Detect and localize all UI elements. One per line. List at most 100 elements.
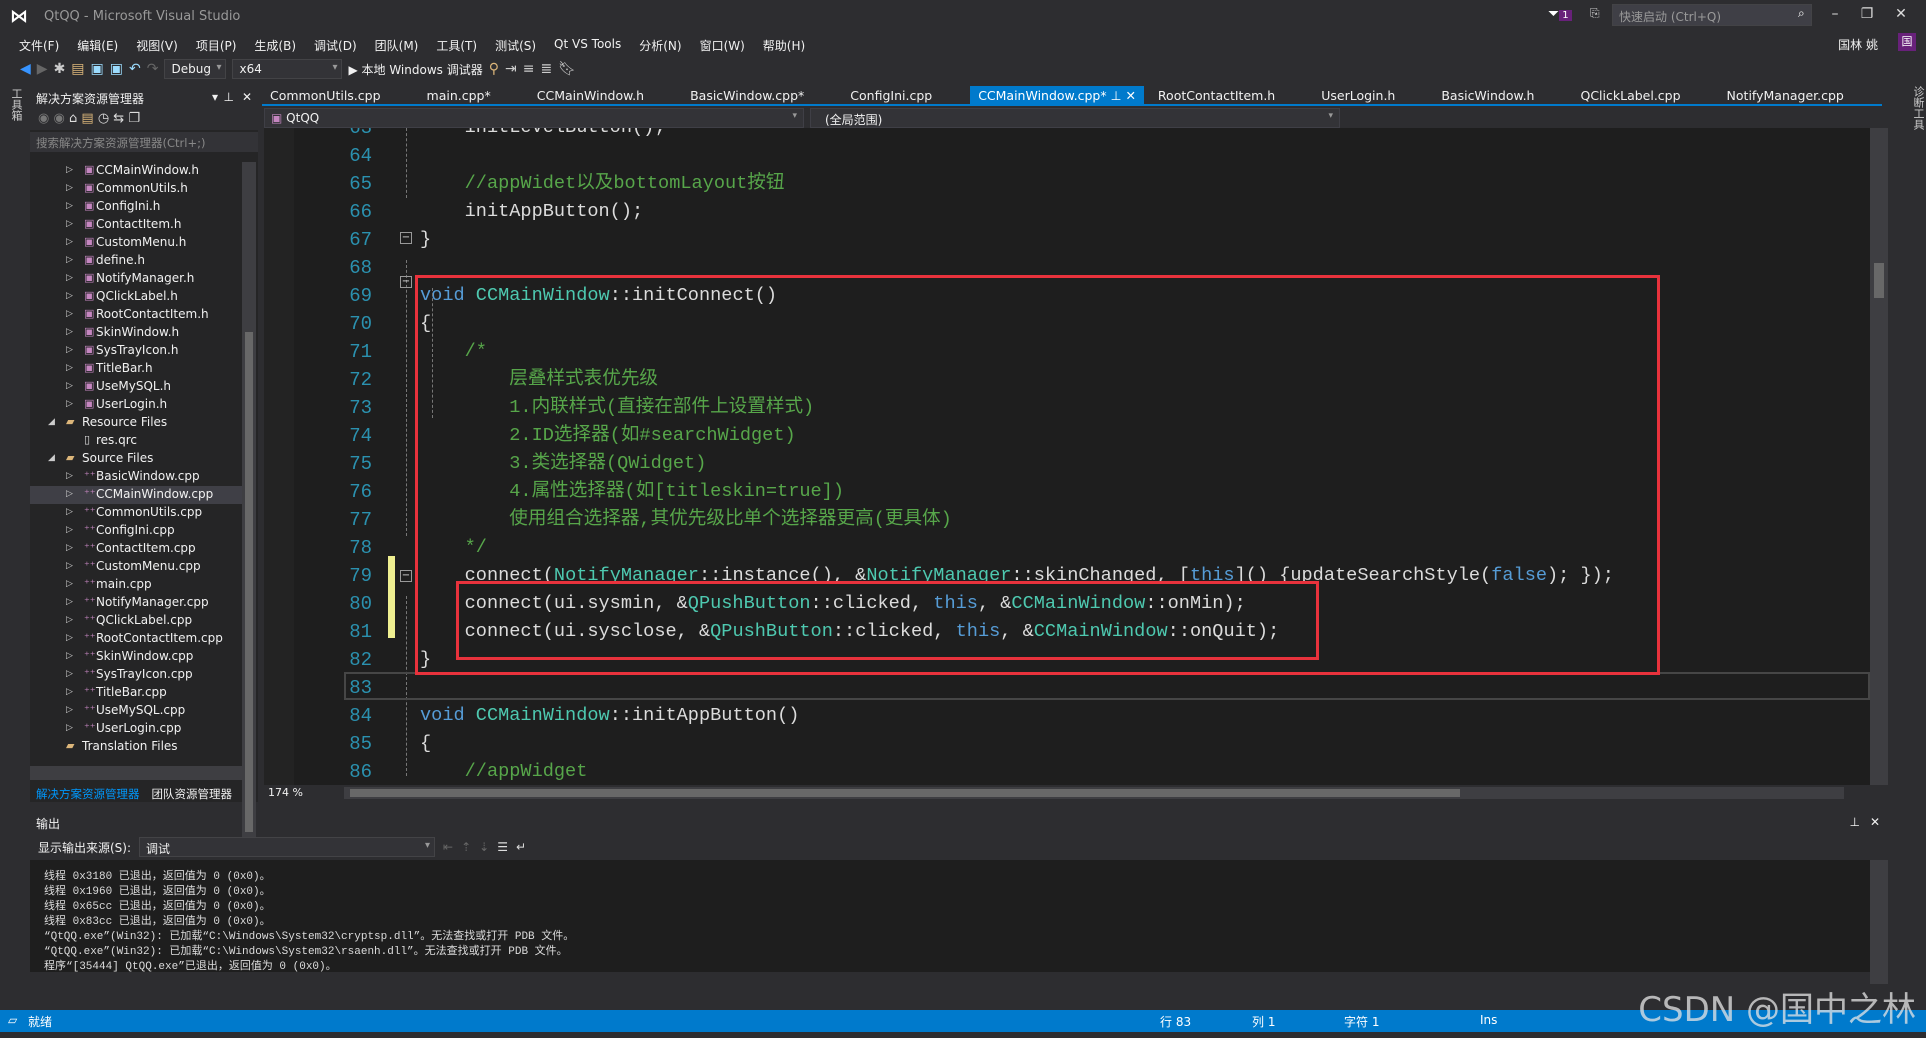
- collapsed-arrow-icon[interactable]: ▷: [66, 633, 73, 643]
- user-avatar[interactable]: 国: [1898, 33, 1916, 51]
- open-file-icon[interactable]: ▤: [71, 61, 84, 77]
- collapsed-arrow-icon[interactable]: ▷: [66, 291, 73, 301]
- notification-flag-icon[interactable]: ⏷ 1: [1548, 6, 1572, 22]
- bookmark-icon[interactable]: 🔖︎: [558, 61, 576, 77]
- back-icon[interactable]: ◀: [20, 61, 31, 77]
- collapsed-arrow-icon[interactable]: ▷: [66, 525, 73, 535]
- search-icon[interactable]: ⌕: [1798, 6, 1805, 21]
- close-tab-icon[interactable]: ✕: [1125, 88, 1135, 103]
- prev-message-icon[interactable]: ⇡: [461, 840, 471, 854]
- start-debugging-button[interactable]: ▶ 本地 Windows 调试器: [348, 61, 482, 78]
- menu-item[interactable]: 文件(F): [10, 34, 68, 56]
- clear-all-icon[interactable]: ☰: [497, 840, 508, 854]
- tree-item[interactable]: ▷ ⁺⁺ CCMainWindow.cpp: [30, 486, 242, 504]
- output-source-select[interactable]: 调试: [139, 837, 436, 857]
- output-text[interactable]: 线程 0x3180 已退出，返回值为 0 (0x0)。 线程 0x1960 已退出…: [30, 860, 1870, 972]
- tree-item[interactable]: ▷ ▣ CCMainWindow.h: [30, 162, 242, 180]
- tab-solution-explorer[interactable]: 解决方案资源管理器: [30, 784, 146, 802]
- tree-item[interactable]: ▷ ▣ define.h: [30, 252, 242, 270]
- tree-item[interactable]: ▷ ⁺⁺ QClickLabel.cpp: [30, 612, 242, 630]
- menu-item[interactable]: 分析(N): [630, 34, 690, 56]
- tree-item[interactable]: ▷ ⁺⁺ UseMySQL.cpp: [30, 702, 242, 720]
- switch-view-icon[interactable]: ▤: [81, 111, 93, 126]
- tree-item[interactable]: ▷ ⁺⁺ RootContactItem.cpp: [30, 630, 242, 648]
- menu-item[interactable]: 帮助(H): [754, 34, 814, 56]
- tree-item[interactable]: ▷ ▣ SkinWindow.h: [30, 324, 242, 342]
- forward-icon[interactable]: ◉: [53, 111, 64, 126]
- collapsed-arrow-icon[interactable]: ▷: [66, 309, 73, 319]
- document-tab[interactable]: QClickLabel.cpp: [1572, 86, 1688, 104]
- menu-item[interactable]: 测试(S): [486, 34, 545, 56]
- tree-item[interactable]: ▷ ▣ NotifyManager.h: [30, 270, 242, 288]
- editor-vertical-scrollbar[interactable]: [1870, 128, 1888, 785]
- collapsed-arrow-icon[interactable]: ▷: [66, 165, 73, 175]
- expanded-arrow-icon[interactable]: ◢: [48, 417, 55, 427]
- tree-item[interactable]: ▷ ⁺⁺ ConfigIni.cpp: [30, 522, 242, 540]
- scrollbar-thumb[interactable]: [350, 789, 1460, 797]
- collapsed-arrow-icon[interactable]: ▷: [66, 381, 73, 391]
- collapsed-arrow-icon[interactable]: ▷: [66, 579, 73, 589]
- code-line[interactable]: }: [420, 226, 431, 254]
- minimize-button[interactable]: –: [1820, 6, 1850, 22]
- tree-horizontal-scrollbar[interactable]: [30, 766, 242, 780]
- menu-item[interactable]: 项目(P): [187, 34, 246, 56]
- code-line[interactable]: initAppButton();: [420, 198, 644, 226]
- tree-item[interactable]: ▷ ⁺⁺ TitleBar.cpp: [30, 684, 242, 702]
- word-wrap-icon[interactable]: ↵: [516, 840, 526, 854]
- home-icon[interactable]: ⌂: [69, 111, 77, 126]
- tree-item[interactable]: ◢ ▰ Source Files: [30, 450, 242, 468]
- tree-item[interactable]: ▯ res.qrc: [30, 432, 242, 450]
- quick-launch-input[interactable]: 快速启动 (Ctrl+Q): [1612, 4, 1812, 26]
- tree-item[interactable]: ◢ ▰ Resource Files: [30, 414, 242, 432]
- tree-item[interactable]: ▷ ⁺⁺ CommonUtils.cpp: [30, 504, 242, 522]
- find-message-icon[interactable]: ⇤: [443, 840, 453, 854]
- tree-item[interactable]: ▷ ⁺⁺ NotifyManager.cpp: [30, 594, 242, 612]
- collapsed-arrow-icon[interactable]: ▷: [66, 723, 73, 733]
- toolbox-tab[interactable]: 工具箱: [0, 86, 24, 1006]
- code-line[interactable]: void CCMainWindow::initAppButton(): [420, 702, 799, 730]
- tree-item[interactable]: ▷ ▣ QClickLabel.h: [30, 288, 242, 306]
- restore-button[interactable]: ❐: [1852, 6, 1882, 22]
- tree-item[interactable]: ▷ ⁺⁺ SysTrayIcon.cpp: [30, 666, 242, 684]
- platform-select[interactable]: x64: [232, 59, 343, 79]
- collapsed-arrow-icon[interactable]: ▷: [66, 687, 73, 697]
- comment-icon[interactable]: ≡: [523, 61, 535, 77]
- document-tab[interactable]: BasicWindow.cpp*: [682, 86, 812, 104]
- code-line[interactable]: //appWidget: [420, 758, 588, 785]
- collapsed-arrow-icon[interactable]: ▷: [66, 669, 73, 679]
- collapsed-arrow-icon[interactable]: ▷: [66, 219, 73, 229]
- tree-item[interactable]: ▷ ⁺⁺ main.cpp: [30, 576, 242, 594]
- menu-item[interactable]: 工具(T): [427, 34, 486, 56]
- uncomment-icon[interactable]: ≣: [540, 61, 552, 77]
- collapsed-arrow-icon[interactable]: ▷: [66, 237, 73, 247]
- pin-icon[interactable]: ⊥: [1107, 88, 1126, 103]
- step-icon[interactable]: ⇥: [505, 61, 517, 77]
- collapse-all-icon[interactable]: ❐: [128, 111, 140, 126]
- code-line[interactable]: initLevelButton();: [420, 128, 666, 142]
- tree-item[interactable]: ▷ ⁺⁺ ContactItem.cpp: [30, 540, 242, 558]
- tree-item[interactable]: ▷ ▣ ContactItem.h: [30, 216, 242, 234]
- dropdown-icon[interactable]: ▾: [212, 90, 218, 104]
- save-icon[interactable]: ▣: [91, 61, 104, 77]
- pin-icon[interactable]: ⊥: [224, 90, 234, 104]
- collapsed-arrow-icon[interactable]: ▷: [66, 489, 73, 499]
- feedback-icon[interactable]: ⎘: [1590, 6, 1600, 21]
- collapsed-arrow-icon[interactable]: ▷: [66, 561, 73, 571]
- save-all-icon[interactable]: ▣: [110, 61, 123, 77]
- diagnostic-tools-tab[interactable]: 诊断工具: [1890, 86, 1926, 1006]
- next-message-icon[interactable]: ⇣: [479, 840, 489, 854]
- collapsed-arrow-icon[interactable]: ▷: [66, 363, 73, 373]
- tree-item[interactable]: ▷ ⁺⁺ BasicWindow.cpp: [30, 468, 242, 486]
- find-in-files-icon[interactable]: ⚲: [489, 61, 499, 77]
- close-panel-icon[interactable]: ✕: [242, 90, 252, 104]
- expanded-arrow-icon[interactable]: ◢: [48, 453, 55, 463]
- solution-search-input[interactable]: 搜索解决方案资源管理器(Ctrl+;): [30, 132, 258, 152]
- new-project-icon[interactable]: ✱: [54, 61, 66, 77]
- forward-icon[interactable]: ▶: [37, 61, 48, 77]
- close-panel-icon[interactable]: ✕: [1870, 815, 1880, 829]
- tree-item[interactable]: ▷ ⁺⁺ CustomMenu.cpp: [30, 558, 242, 576]
- editor-horizontal-scrollbar[interactable]: [344, 787, 1844, 799]
- output-vertical-scrollbar[interactable]: [1870, 860, 1888, 984]
- collapsed-arrow-icon[interactable]: ▷: [66, 399, 73, 409]
- tree-item[interactable]: ▷ ▣ SysTrayIcon.h: [30, 342, 242, 360]
